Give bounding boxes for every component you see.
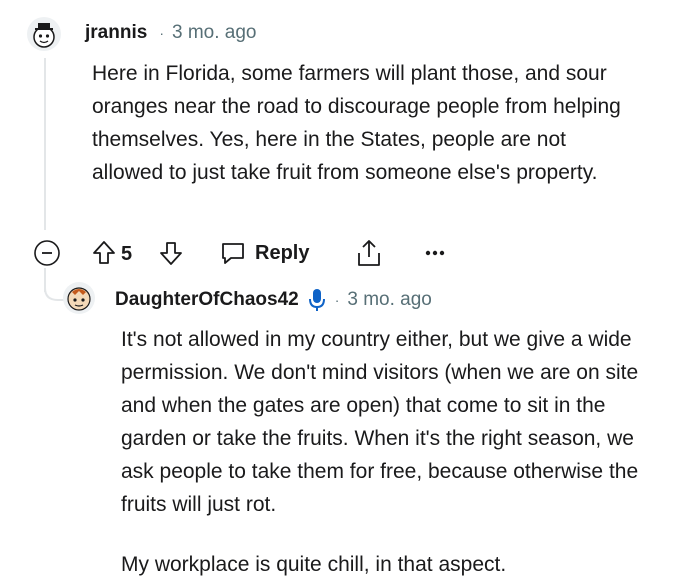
action-bar: 5 Reply bbox=[33, 237, 453, 271]
comment-paragraph: It's not allowed in my country either, b… bbox=[121, 328, 639, 516]
comment-body: Here in Florida, some farmers will plant… bbox=[92, 57, 642, 189]
timestamp[interactable]: 3 mo. ago bbox=[347, 289, 432, 311]
reply-icon bbox=[222, 243, 244, 264]
username[interactable]: DaughterOfChaos42 bbox=[115, 289, 299, 311]
share-icon[interactable] bbox=[355, 238, 383, 268]
meta-separator: · bbox=[334, 292, 340, 308]
vote-count: 5 bbox=[121, 243, 133, 265]
timestamp[interactable]: 3 mo. ago bbox=[172, 22, 257, 44]
meta-separator: · bbox=[159, 25, 164, 41]
more-icon[interactable] bbox=[425, 249, 445, 257]
comment-body: It's not allowed in my country either, b… bbox=[121, 323, 656, 581]
microphone-icon bbox=[308, 289, 325, 311]
comment-header: DaughterOfChaos42 · 3 mo. ago bbox=[115, 288, 432, 312]
avatar[interactable] bbox=[63, 282, 95, 314]
downvote-icon[interactable] bbox=[158, 240, 184, 266]
avatar[interactable] bbox=[27, 17, 61, 51]
upvote-icon[interactable] bbox=[91, 240, 117, 266]
username[interactable]: jrannis bbox=[85, 22, 147, 44]
reply-label: Reply bbox=[255, 241, 310, 264]
collapse-icon[interactable] bbox=[33, 239, 61, 267]
reply-button[interactable]: Reply bbox=[219, 239, 309, 267]
comment-paragraph: Here in Florida, some farmers will plant… bbox=[92, 62, 621, 184]
thread-line bbox=[44, 58, 46, 230]
comment-paragraph: My workplace is quite chill, in that asp… bbox=[121, 553, 507, 576]
comment-header: jrannis · 3 mo. ago bbox=[85, 22, 256, 44]
